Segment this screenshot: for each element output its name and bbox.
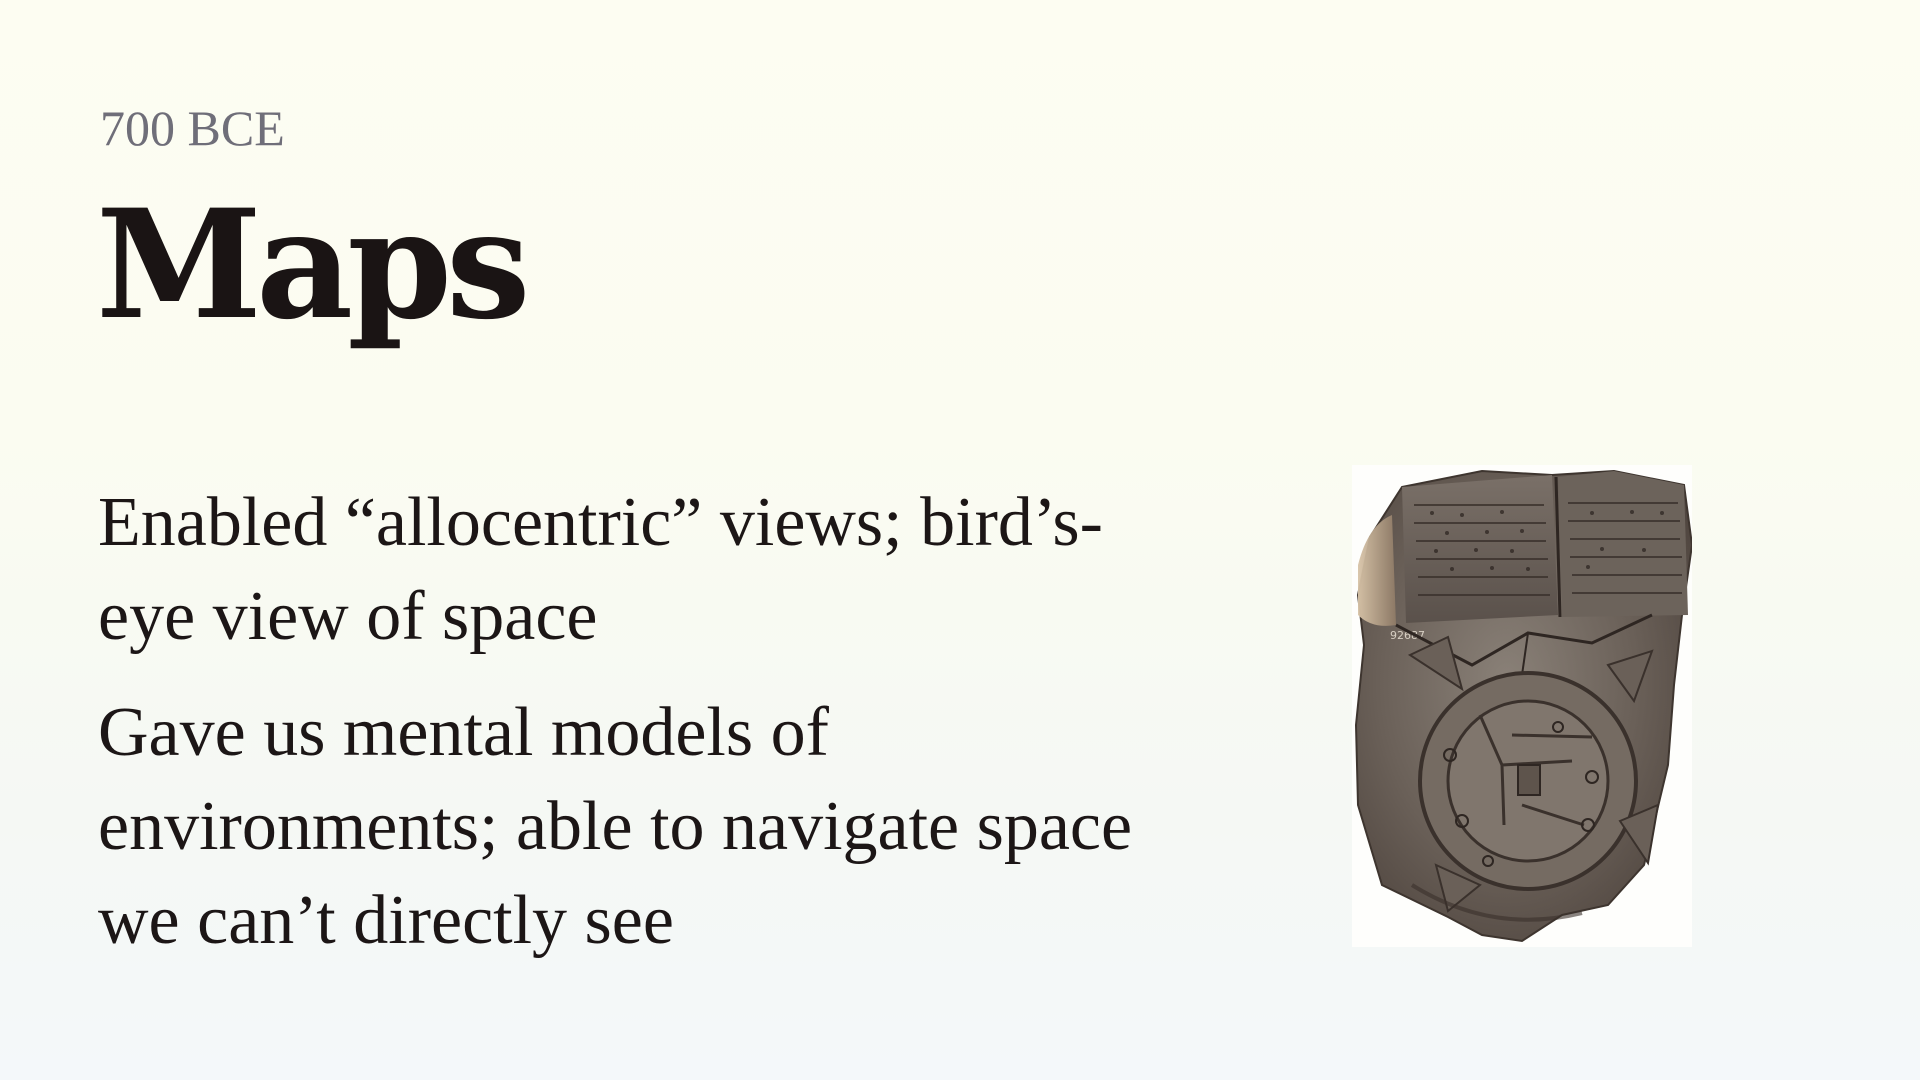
slide-eyebrow-date: 700 BCE <box>100 100 285 156</box>
slide: 700 BCE Maps Enabled “allocentric” views… <box>0 0 1920 1080</box>
babylonian-map-tablet-image: 92687 <box>1352 465 1692 947</box>
body-paragraph-allocentric: Enabled “allocentric” views; bird’s-eye … <box>98 484 1103 655</box>
slide-body: Enabled “allocentric” views; bird’s-eye … <box>98 476 1158 990</box>
body-paragraph-mental-models: Gave us mental models of environments; a… <box>98 694 1133 959</box>
slide-title: Maps <box>96 177 531 353</box>
